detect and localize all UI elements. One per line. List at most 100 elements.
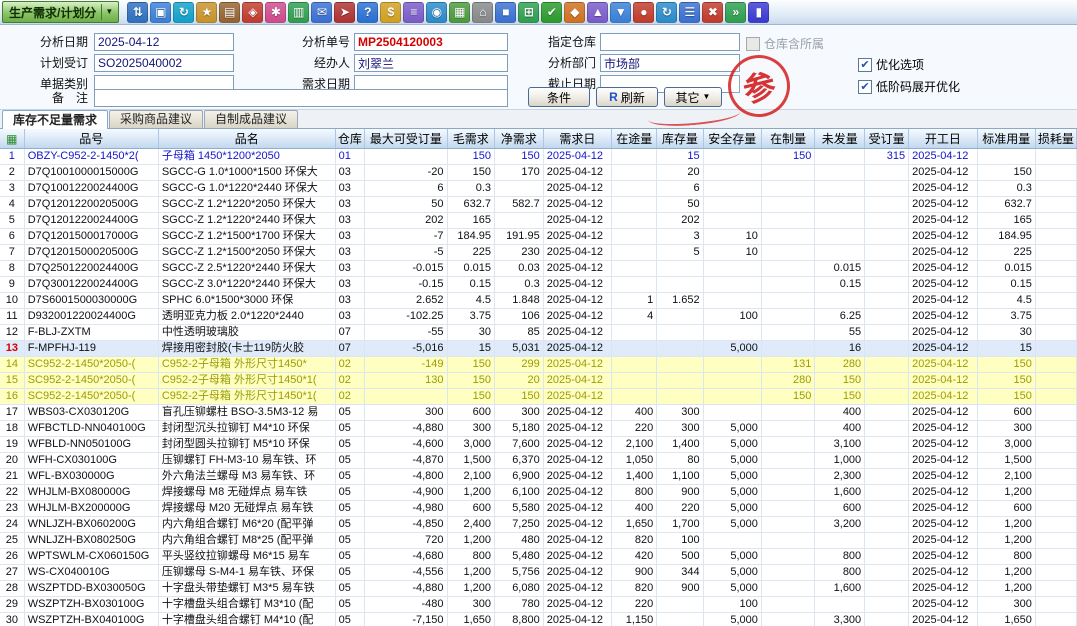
cell[interactable] bbox=[865, 485, 909, 501]
cell[interactable]: 300 bbox=[495, 405, 544, 421]
cell[interactable]: 2,400 bbox=[447, 517, 495, 533]
cell[interactable]: 3,000 bbox=[977, 437, 1035, 453]
cell[interactable]: -4,870 bbox=[365, 453, 447, 469]
cell[interactable] bbox=[703, 197, 761, 213]
cell[interactable] bbox=[865, 373, 909, 389]
cell[interactable]: 02 bbox=[335, 373, 365, 389]
cell[interactable] bbox=[865, 389, 909, 405]
row-number[interactable]: 6 bbox=[0, 229, 24, 245]
cell[interactable]: 165 bbox=[447, 213, 495, 229]
cell[interactable] bbox=[761, 549, 814, 565]
column-header[interactable]: 品名 bbox=[158, 129, 335, 149]
cell[interactable] bbox=[865, 277, 909, 293]
cell[interactable]: 150 bbox=[977, 389, 1035, 405]
cell[interactable]: 50 bbox=[365, 197, 447, 213]
cell[interactable]: 0.015 bbox=[447, 261, 495, 277]
cell[interactable]: 外六角法兰螺母 M3 易车铁、环 bbox=[158, 469, 335, 485]
cell[interactable]: 2025-04-12 bbox=[543, 277, 611, 293]
cell[interactable] bbox=[1035, 437, 1076, 453]
cell[interactable]: 2025-04-12 bbox=[543, 309, 611, 325]
cell[interactable]: 0.015 bbox=[977, 261, 1035, 277]
cell[interactable]: C952-2子母箱 外形尺寸1450* bbox=[158, 357, 335, 373]
cell[interactable] bbox=[1035, 293, 1076, 309]
cell[interactable]: 5,000 bbox=[703, 421, 761, 437]
cell[interactable]: -4,600 bbox=[365, 437, 447, 453]
row-number[interactable]: 16 bbox=[0, 389, 24, 405]
cell[interactable]: 2025-04-12 bbox=[543, 213, 611, 229]
cell[interactable] bbox=[703, 325, 761, 341]
cell[interactable] bbox=[657, 277, 703, 293]
cell[interactable]: 2025-04-12 bbox=[543, 453, 611, 469]
cell[interactable]: -4,880 bbox=[365, 421, 447, 437]
cell[interactable] bbox=[761, 437, 814, 453]
stamp-icon[interactable]: ◈ bbox=[242, 2, 263, 23]
cell[interactable]: 2025-04-12 bbox=[909, 469, 977, 485]
cell[interactable]: 0.3 bbox=[495, 277, 544, 293]
cell[interactable]: 十字盘头带垫螺钉 M3*5 易车铁 bbox=[158, 581, 335, 597]
cell[interactable]: 3,200 bbox=[815, 517, 865, 533]
cell[interactable]: 1 bbox=[612, 293, 657, 309]
cell[interactable]: 30 bbox=[447, 325, 495, 341]
cell[interactable] bbox=[703, 389, 761, 405]
cell[interactable]: 10 bbox=[703, 229, 761, 245]
cell[interactable] bbox=[865, 501, 909, 517]
cell[interactable]: 2025-04-12 bbox=[543, 293, 611, 309]
cell[interactable] bbox=[612, 373, 657, 389]
row-number[interactable]: 12 bbox=[0, 325, 24, 341]
cell[interactable] bbox=[761, 453, 814, 469]
row-number[interactable]: 15 bbox=[0, 373, 24, 389]
approve-icon[interactable]: ✔ bbox=[541, 2, 562, 23]
table-row[interactable]: 24WNLJZH-BX060200G内六角组合螺钉 M6*20 (配平弹05-4… bbox=[0, 517, 1077, 533]
cell[interactable] bbox=[1035, 245, 1076, 261]
cell[interactable]: 480 bbox=[495, 533, 544, 549]
cell[interactable]: 150 bbox=[761, 389, 814, 405]
column-header[interactable]: 损耗量 bbox=[1035, 129, 1076, 149]
cell[interactable] bbox=[865, 213, 909, 229]
table-row[interactable]: 14SC952-2-1450*2050-(C952-2子母箱 外形尺寸1450*… bbox=[0, 357, 1077, 373]
cell[interactable]: 6,100 bbox=[495, 485, 544, 501]
refresh-button[interactable]: R刷新 bbox=[596, 87, 658, 107]
cell[interactable]: 5 bbox=[657, 245, 703, 261]
table-row[interactable]: 10D7S6001500030000GSPHC 6.0*1500*3000 环保… bbox=[0, 293, 1077, 309]
cell[interactable]: 03 bbox=[335, 229, 365, 245]
cell[interactable] bbox=[612, 197, 657, 213]
cell[interactable] bbox=[612, 165, 657, 181]
cell[interactable]: 6 bbox=[365, 181, 447, 197]
cell[interactable] bbox=[865, 597, 909, 613]
cell[interactable] bbox=[761, 245, 814, 261]
cell[interactable]: 03 bbox=[335, 261, 365, 277]
checkbox-optimize[interactable]: 优化选项 bbox=[858, 56, 924, 73]
cell[interactable] bbox=[761, 261, 814, 277]
users-icon[interactable]: ◉ bbox=[426, 2, 447, 23]
cell[interactable] bbox=[865, 325, 909, 341]
row-number[interactable]: 29 bbox=[0, 597, 24, 613]
home-icon[interactable]: ⌂ bbox=[472, 2, 493, 23]
cell[interactable] bbox=[365, 149, 447, 165]
cell[interactable]: 3,100 bbox=[815, 437, 865, 453]
cell[interactable]: 184.95 bbox=[447, 229, 495, 245]
cell[interactable]: 100 bbox=[703, 597, 761, 613]
row-number[interactable]: 25 bbox=[0, 533, 24, 549]
cell[interactable] bbox=[1035, 389, 1076, 405]
cell[interactable]: 2025-04-12 bbox=[543, 613, 611, 626]
cell[interactable]: 透明亚克力板 2.0*1220*2440 bbox=[158, 309, 335, 325]
cell[interactable]: 05 bbox=[335, 549, 365, 565]
cell[interactable]: 2025-04-12 bbox=[909, 149, 977, 165]
cell[interactable]: 1,200 bbox=[447, 581, 495, 597]
row-number[interactable]: 24 bbox=[0, 517, 24, 533]
cell[interactable] bbox=[761, 229, 814, 245]
cell[interactable]: 2025-04-12 bbox=[909, 181, 977, 197]
cell[interactable]: 1,400 bbox=[612, 469, 657, 485]
cell[interactable]: 150 bbox=[815, 389, 865, 405]
handler-input[interactable] bbox=[354, 54, 508, 72]
cell[interactable]: 1.848 bbox=[495, 293, 544, 309]
cell[interactable] bbox=[1035, 277, 1076, 293]
cell[interactable] bbox=[703, 181, 761, 197]
cell[interactable] bbox=[1035, 565, 1076, 581]
tab-purchase[interactable]: 采购商品建议 bbox=[109, 110, 203, 128]
archive-icon[interactable]: ▤ bbox=[219, 2, 240, 23]
cell[interactable] bbox=[865, 421, 909, 437]
cell[interactable]: -4,850 bbox=[365, 517, 447, 533]
cell[interactable]: 900 bbox=[612, 565, 657, 581]
cell[interactable] bbox=[612, 261, 657, 277]
